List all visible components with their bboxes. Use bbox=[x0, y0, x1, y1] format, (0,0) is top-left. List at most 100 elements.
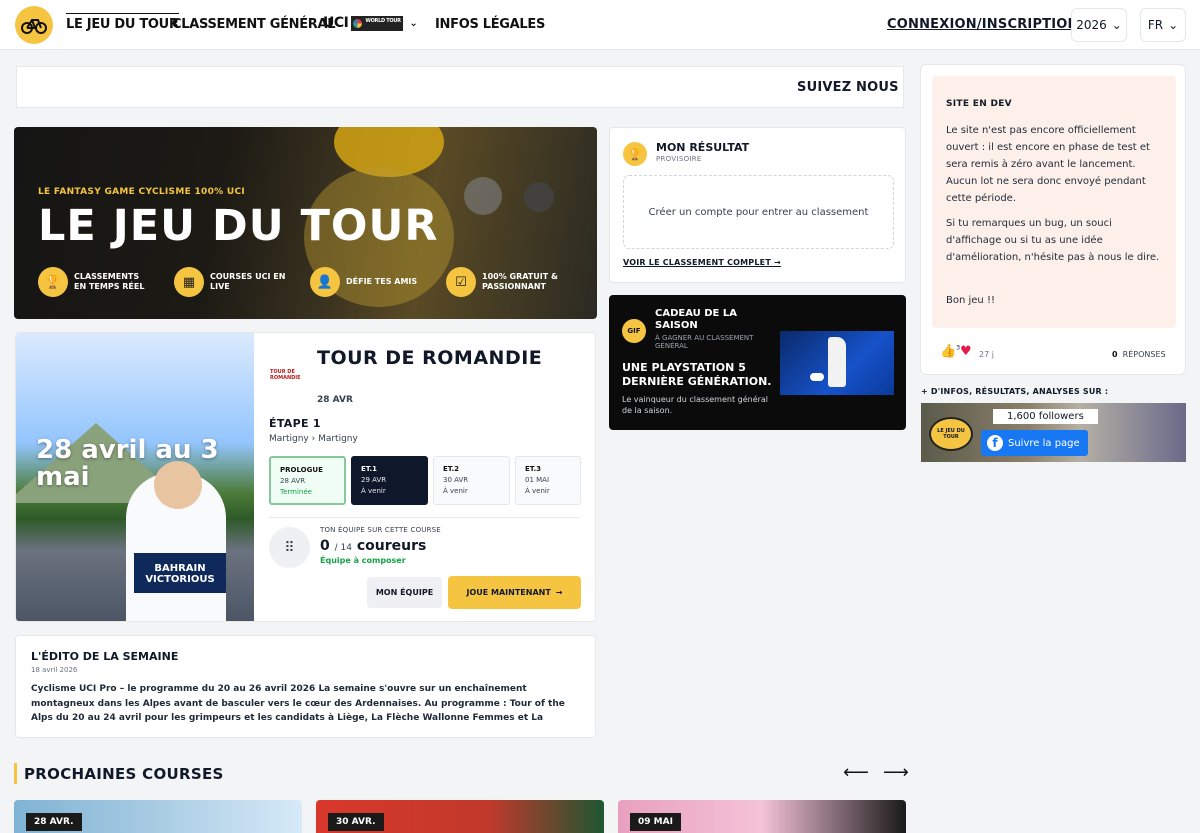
ticker-banner: SUIVEZ NOUS SI bbox=[16, 66, 904, 108]
hero-banner: LE FANTASY GAME CYCLISME 100% UCI LE JEU… bbox=[14, 127, 597, 319]
bike-logo-icon[interactable] bbox=[15, 6, 53, 44]
chevron-down-icon: ⌄ bbox=[1168, 18, 1179, 32]
feature-label: CLASSEMENTS EN TEMPS RÉEL bbox=[74, 272, 145, 291]
stage-status: À venir bbox=[361, 487, 386, 495]
facebook-widget: LE JEU DU TOUR 1,600 followers f Suivre l… bbox=[921, 403, 1186, 462]
thumbs-up-icon: 👍 bbox=[940, 344, 957, 359]
race-title: TOUR DE ROMANDIE bbox=[317, 347, 543, 369]
stage-name: ET.3 bbox=[525, 465, 542, 473]
feature-label: COURSES UCI EN LIVE bbox=[210, 272, 286, 291]
stage-tab-et1[interactable]: ET.1 29 AVR À venir bbox=[351, 456, 428, 505]
team-count-value: 0 bbox=[320, 538, 330, 554]
stage-date: 01 MAI bbox=[525, 476, 550, 484]
rider-image bbox=[464, 177, 502, 215]
nav-infos-legales[interactable]: INFOS LÉGALES bbox=[435, 17, 545, 32]
ticker-text: SUIVEZ NOUS SI bbox=[797, 80, 903, 95]
create-account-cta[interactable]: Créer un compte pour entrer au classemen… bbox=[623, 175, 894, 249]
calendar-icon: ▦ bbox=[174, 267, 204, 297]
team-count: 0 / 14 coureurs bbox=[320, 538, 426, 554]
stage-tab-prologue[interactable]: PROLOGUE 28 AVR Terminée bbox=[269, 456, 346, 505]
play-now-button[interactable]: JOUE MAINTENANT → bbox=[448, 576, 581, 609]
stage-status: À venir bbox=[525, 487, 550, 495]
result-title: MON RÉSULTAT bbox=[656, 141, 750, 154]
feature-label: DÉFIE TES AMIS bbox=[346, 277, 418, 286]
trophy-icon: 🏆 bbox=[623, 142, 647, 166]
replies-link[interactable]: 0 RÉPONSES bbox=[1112, 350, 1166, 359]
race-date: 28 AVR bbox=[317, 395, 353, 405]
stage-name: ET.2 bbox=[443, 465, 460, 473]
stage-date: 29 AVR bbox=[361, 476, 387, 484]
play-now-label: JOUE MAINTENANT bbox=[466, 588, 551, 597]
dev-paragraph: Si tu remarques un bug, un souci d'affic… bbox=[946, 218, 1160, 263]
stage-tab-et3[interactable]: ET.3 01 MAI À venir bbox=[515, 456, 581, 505]
edito-card[interactable]: L'ÉDITO DE LA SEMAINE 18 avril 2026 Cycl… bbox=[15, 635, 596, 738]
playstation-image bbox=[780, 331, 894, 395]
follow-page-button[interactable]: f Suivre la page bbox=[981, 430, 1088, 456]
dev-paragraph: Le site n'est pas encore officiellement … bbox=[946, 125, 1150, 204]
language-value: FR bbox=[1147, 18, 1164, 32]
gift-prize: UNE PLAYSTATION 5 DERNIÈRE GÉNÉRATION. bbox=[622, 361, 772, 388]
upcoming-race-card[interactable]: 30 AVR. bbox=[316, 800, 604, 833]
arrow-right-icon: → bbox=[555, 588, 563, 597]
my-team-button[interactable]: MON ÉQUIPE bbox=[367, 577, 442, 608]
team-count-unit: coureurs bbox=[356, 538, 427, 554]
gift-description: Le vainqueur du classement général de la… bbox=[622, 395, 769, 415]
nav-classement-general[interactable]: CLASSEMENT GÉNÉRAL bbox=[172, 17, 336, 32]
year-value: 2026 bbox=[1076, 18, 1107, 32]
stage-tab-et2[interactable]: ET.2 30 AVR À venir bbox=[433, 456, 510, 505]
nav-uci-dropdown[interactable]: UCI WORLD TOUR ⌄ bbox=[323, 15, 418, 31]
grid-dots-icon: ⠿ bbox=[269, 527, 310, 568]
checkbox-icon: ☑ bbox=[446, 267, 476, 297]
stage-route: Martigny › Martigny bbox=[269, 434, 358, 444]
heart-icon: ♥ bbox=[960, 344, 972, 359]
chevron-down-icon: ⌄ bbox=[409, 17, 418, 29]
stage-status: Terminée bbox=[280, 488, 312, 496]
full-ranking-link[interactable]: VOIR LE CLASSEMENT COMPLET → bbox=[623, 258, 781, 267]
upcoming-race-card[interactable]: 28 AVR. bbox=[14, 800, 302, 833]
year-select[interactable]: 2026 ⌄ bbox=[1071, 8, 1127, 42]
stage-title: ÉTAPE 1 bbox=[269, 417, 321, 430]
world-tour-badge: WORLD TOUR bbox=[351, 15, 404, 31]
race-date-badge: 09 MAI bbox=[630, 813, 681, 831]
gift-subtitle: À GAGNER AU CLASSEMENT GÉNÉRAL bbox=[655, 334, 754, 350]
feature-friends: 👤 DÉFIE TES AMIS bbox=[310, 267, 426, 297]
feature-label: 100% GRATUIT & PASSIONNANT bbox=[482, 272, 558, 291]
race-date-badge: 28 AVR. bbox=[26, 813, 82, 831]
result-subtitle: PROVISOIRE bbox=[656, 155, 702, 163]
upcoming-race-card[interactable]: 09 MAI bbox=[618, 800, 906, 833]
dev-notice: SITE EN DEV Le site n'est pas encore off… bbox=[932, 76, 1176, 328]
language-select[interactable]: FR ⌄ bbox=[1140, 8, 1186, 42]
arrow-left-icon[interactable]: ⟵ bbox=[843, 762, 869, 783]
feature-live: ▦ COURSES UCI EN LIVE bbox=[174, 267, 290, 297]
followers-count: 1,600 followers bbox=[993, 409, 1098, 424]
race-logo: TOUR DE ROMANDIE bbox=[270, 369, 301, 381]
add-user-icon: 👤 bbox=[310, 267, 340, 297]
dev-title: SITE EN DEV bbox=[946, 99, 1012, 109]
team-status: Équipe à composer bbox=[320, 556, 406, 565]
feature-free: ☑ 100% GRATUIT & PASSIONNANT bbox=[446, 267, 562, 297]
stage-status: À venir bbox=[443, 487, 468, 495]
divider bbox=[269, 517, 580, 518]
edito-date: 18 avril 2026 bbox=[31, 666, 78, 674]
team-label: TON ÉQUIPE SUR CETTE COURSE bbox=[320, 526, 441, 534]
section-accent-bar bbox=[14, 763, 17, 784]
gif-badge: GIF bbox=[622, 319, 646, 343]
hero-tagline: LE FANTASY GAME CYCLISME 100% UCI bbox=[38, 187, 246, 197]
cta-text: Créer un compte pour entrer au classemen… bbox=[648, 206, 869, 218]
arrow-right-icon: → bbox=[774, 258, 781, 267]
link-label: VOIR LE CLASSEMENT COMPLET bbox=[623, 258, 771, 267]
arrow-right-icon[interactable]: ⟶ bbox=[883, 762, 909, 783]
replies-count: 0 bbox=[1112, 350, 1118, 359]
reactions[interactable]: 👍3♥ bbox=[940, 344, 972, 359]
social-title: + D'INFOS, RÉSULTATS, ANALYSES SUR : bbox=[921, 387, 1109, 396]
facebook-page-logo: LE JEU DU TOUR bbox=[929, 417, 973, 451]
stage-date: 28 AVR bbox=[280, 477, 306, 485]
rider-head-image bbox=[154, 461, 202, 509]
login-link[interactable]: CONNEXION/INSCRIPTION bbox=[887, 17, 1079, 32]
replies-label: RÉPONSES bbox=[1122, 350, 1166, 359]
nav-le-jeu-du-tour[interactable]: LE JEU DU TOUR bbox=[66, 13, 179, 32]
stage-name: ET.1 bbox=[361, 465, 378, 473]
race-image: 28 avril au 3 mai BAHRAIN VICTORIOUS bbox=[16, 333, 254, 621]
race-date-badge: 30 AVR. bbox=[328, 813, 384, 831]
chevron-down-icon: ⌄ bbox=[1111, 18, 1122, 32]
